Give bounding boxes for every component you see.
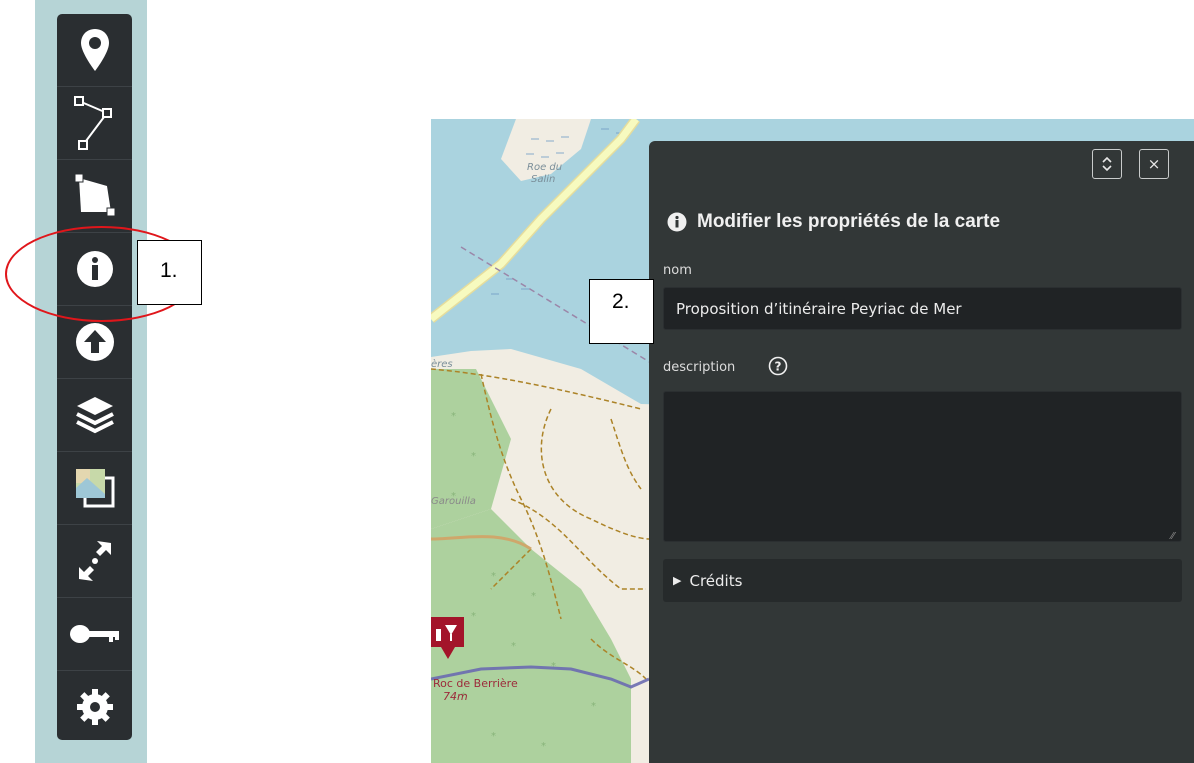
center-arrows-icon [78,541,111,581]
gear-icon [76,689,113,725]
map-label-garouilla: Garouilla [431,496,476,507]
panel-title: Modifier les propriétés de la carte [697,211,1001,232]
polyline-icon [73,96,112,150]
svg-text:*: * [511,641,516,652]
upload-icon [75,323,114,361]
svg-text:*: * [531,591,536,602]
map-label-roe-du: Roe du [527,162,563,173]
credits-toggle[interactable]: ▶ Crédits [663,559,1182,602]
description-label: description [663,360,736,375]
svg-text:*: * [491,731,496,742]
draw-marker-button[interactable] [57,14,132,87]
permissions-button[interactable] [57,598,132,671]
help-icon[interactable]: ? [768,356,788,376]
map-label-elevation: 74m [443,690,468,703]
svg-text:*: * [491,571,496,582]
tilelayer-icon [75,469,114,508]
key-icon [69,625,119,643]
map-pin-icon [80,29,109,71]
svg-text:*: * [591,701,596,712]
change-tilelayer-button[interactable] [57,452,132,525]
annotation-marker-2: 2. [589,279,654,344]
manage-layers-button[interactable] [57,379,132,452]
draw-polygon-button[interactable] [57,160,132,233]
layers-icon [75,397,114,434]
center-map-button[interactable] [57,525,132,598]
credits-label: Crédits [689,571,743,590]
svg-text:*: * [551,661,556,672]
svg-text:*: * [541,741,546,752]
draw-polyline-button[interactable] [57,87,132,160]
map-label-berrieres: ères [431,359,453,370]
info-circle-icon [667,212,687,232]
disclosure-triangle-icon: ▶ [673,574,682,587]
svg-text:?: ? [775,360,782,374]
map-label-salin: Salin [531,174,556,185]
svg-text:*: * [471,451,476,462]
map-properties-panel: × Modifier les propriétés de la carte no… [649,141,1194,763]
toggle-panel-size-button[interactable] [1092,149,1122,179]
svg-text:*: * [471,611,476,622]
settings-button[interactable] [57,671,132,740]
close-panel-button[interactable]: × [1139,149,1169,179]
map-name-input[interactable] [663,287,1182,330]
name-label: nom [663,263,692,278]
polygon-icon [74,173,115,217]
expand-collapse-icon [1102,156,1112,172]
resize-grip-icon[interactable]: ⁄⁄ [1171,531,1174,542]
panel-header: Modifier les propriétés de la carte [667,211,1000,233]
edit-toolbar [57,14,132,740]
map-label-roc-de-berriere: Roc de Berrière [433,677,518,690]
annotation-marker-1: 1. [137,240,202,305]
svg-text:*: * [451,411,456,422]
map-description-textarea[interactable] [663,391,1182,542]
